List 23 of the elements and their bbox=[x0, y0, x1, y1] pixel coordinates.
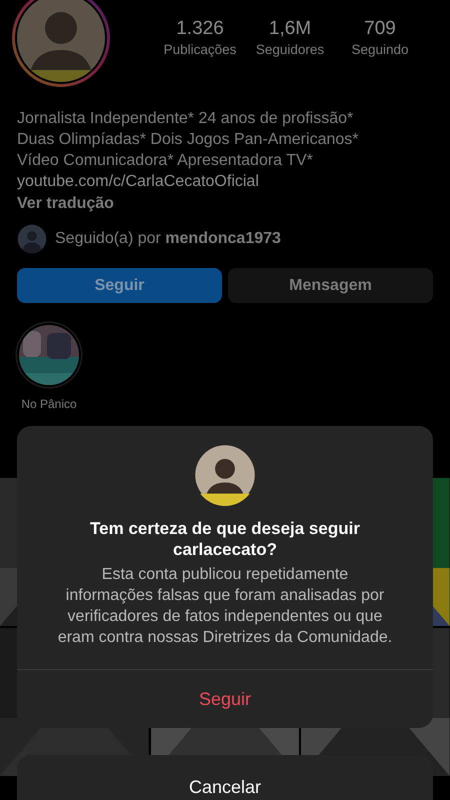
stat-label: Seguindo bbox=[351, 41, 409, 59]
dialog-title: Tem certeza de que deseja seguir carlacecato? bbox=[89, 518, 361, 560]
followed-by-text: Seguido(a) por mendonca1973 bbox=[55, 229, 281, 249]
cancel-button[interactable]: Cancelar bbox=[17, 755, 433, 800]
bio-line: Duas Olimpíadas* Dois Jogos Pan-Americanos* bbox=[17, 130, 360, 150]
stat-label: Publicações bbox=[164, 41, 236, 59]
stat-count: 1,6M bbox=[268, 17, 312, 41]
follower-avatar bbox=[17, 224, 47, 254]
message-button[interactable]: Mensagem bbox=[228, 268, 433, 303]
highlight-label: No Pânico bbox=[21, 396, 77, 413]
stat-label: Seguidores bbox=[256, 41, 324, 59]
account-avatar bbox=[194, 444, 256, 506]
stat-count: 1.326 bbox=[176, 17, 224, 41]
confirm-follow-button[interactable]: Seguir bbox=[17, 670, 433, 728]
bio-line: Jornalista Independente* 24 anos de profissão* bbox=[17, 109, 354, 129]
stat-count: 709 bbox=[364, 17, 396, 41]
bio-line: Vídeo Comunicadora* Apresentadora TV* bbox=[17, 151, 314, 171]
highlight-cover[interactable] bbox=[15, 321, 83, 389]
follow-button[interactable]: Seguir bbox=[17, 268, 222, 303]
dialog-message: Esta conta publicou repetidamente informações falsas que foram analisadas por verificadores de fatos independentes ou que eram contra nossas Diretrizes da Comunidade. bbox=[56, 565, 394, 648]
profile-avatar[interactable] bbox=[11, 0, 111, 88]
bio-link[interactable]: youtube.com/c/CarlaCecatoOficial bbox=[17, 171, 433, 192]
translate-link[interactable]: Ver tradução bbox=[17, 193, 433, 214]
